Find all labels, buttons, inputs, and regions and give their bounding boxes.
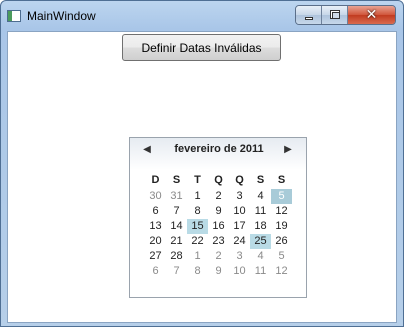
calendar-header: ◀ fevereiro de 2011 ▶ [130, 138, 306, 162]
calendar-day[interactable]: 31 [166, 189, 187, 204]
calendar-day[interactable]: 6 [145, 264, 166, 279]
close-icon: ✕ [365, 7, 378, 23]
calendar-day[interactable]: 22 [187, 234, 208, 249]
calendar-day[interactable]: 7 [166, 204, 187, 219]
weekday-label: S [277, 174, 286, 186]
weekday-label: Q [214, 174, 223, 186]
calendar-day[interactable]: 27 [145, 249, 166, 264]
calendar-day[interactable]: 10 [229, 204, 250, 219]
calendar-day[interactable]: 2 [208, 249, 229, 264]
weekday-label: D [151, 174, 160, 186]
weekday-label: S [172, 174, 181, 186]
caption-buttons: ✕ [295, 5, 396, 25]
calendar-day[interactable]: 12 [271, 204, 292, 219]
weekday-label: T [194, 174, 201, 186]
calendar-day[interactable]: 10 [229, 264, 250, 279]
calendar-day[interactable]: 12 [271, 264, 292, 279]
calendar-day[interactable]: 6 [145, 204, 166, 219]
calendar-day[interactable]: 30 [145, 189, 166, 204]
next-month-icon[interactable]: ▶ [281, 143, 295, 157]
client-area: Definir Datas Inválidas ◀ fevereiro de 2… [7, 31, 397, 323]
title-bar[interactable]: MainWindow ✕ [1, 1, 403, 31]
calendar-day[interactable]: 17 [229, 219, 250, 234]
app-icon [7, 10, 21, 22]
calendar-day[interactable]: 4 [250, 249, 271, 264]
window-title: MainWindow [27, 9, 96, 23]
calendar-day[interactable]: 5 [271, 249, 292, 264]
calendar-day[interactable]: 18 [250, 219, 271, 234]
calendar-day-selected[interactable]: 5 [271, 189, 292, 204]
calendar-day-blackout[interactable]: 25 [250, 234, 271, 249]
calendar-day[interactable]: 9 [208, 204, 229, 219]
minimize-icon [305, 17, 313, 20]
calendar-day[interactable]: 1 [187, 249, 208, 264]
month-year-label[interactable]: fevereiro de 2011 [156, 143, 282, 155]
calendar-day[interactable]: 28 [166, 249, 187, 264]
calendar-day[interactable]: 7 [166, 264, 187, 279]
calendar-day[interactable]: 8 [187, 204, 208, 219]
calendar: ◀ fevereiro de 2011 ▶ D S T Q Q S S 30 31… [129, 137, 307, 298]
calendar-day[interactable]: 4 [250, 189, 271, 204]
calendar-day[interactable]: 24 [229, 234, 250, 249]
main-window: MainWindow ✕ Definir Datas Inválidas ◀ f… [0, 0, 404, 327]
calendar-day[interactable]: 21 [166, 234, 187, 249]
minimize-button[interactable] [296, 6, 322, 24]
calendar-day[interactable]: 20 [145, 234, 166, 249]
close-button[interactable]: ✕ [348, 6, 395, 24]
previous-month-icon[interactable]: ◀ [140, 143, 154, 157]
calendar-day[interactable]: 11 [250, 264, 271, 279]
calendar-day[interactable]: 14 [166, 219, 187, 234]
calendar-day[interactable]: 23 [208, 234, 229, 249]
set-invalid-dates-button[interactable]: Definir Datas Inválidas [122, 34, 281, 61]
calendar-day-blackout[interactable]: 15 [187, 219, 208, 234]
weekday-label: S [256, 174, 265, 186]
maximize-icon [330, 10, 340, 19]
weekday-label: Q [235, 174, 244, 186]
calendar-day[interactable]: 8 [187, 264, 208, 279]
calendar-day[interactable]: 3 [229, 249, 250, 264]
calendar-day[interactable]: 16 [208, 219, 229, 234]
weekday-header-row: D S T Q Q S S [145, 174, 292, 186]
calendar-day[interactable]: 2 [208, 189, 229, 204]
calendar-day[interactable]: 11 [250, 204, 271, 219]
calendar-day[interactable]: 1 [187, 189, 208, 204]
maximize-button[interactable] [322, 6, 348, 24]
calendar-day[interactable]: 13 [145, 219, 166, 234]
calendar-day[interactable]: 26 [271, 234, 292, 249]
day-grid: 30 31 1 2 3 4 5 6 7 8 9 10 11 12 13 14 15 16 17 18 19 20 21 22 2… [145, 189, 292, 279]
calendar-day[interactable]: 9 [208, 264, 229, 279]
calendar-day[interactable]: 3 [229, 189, 250, 204]
calendar-day[interactable]: 19 [271, 219, 292, 234]
